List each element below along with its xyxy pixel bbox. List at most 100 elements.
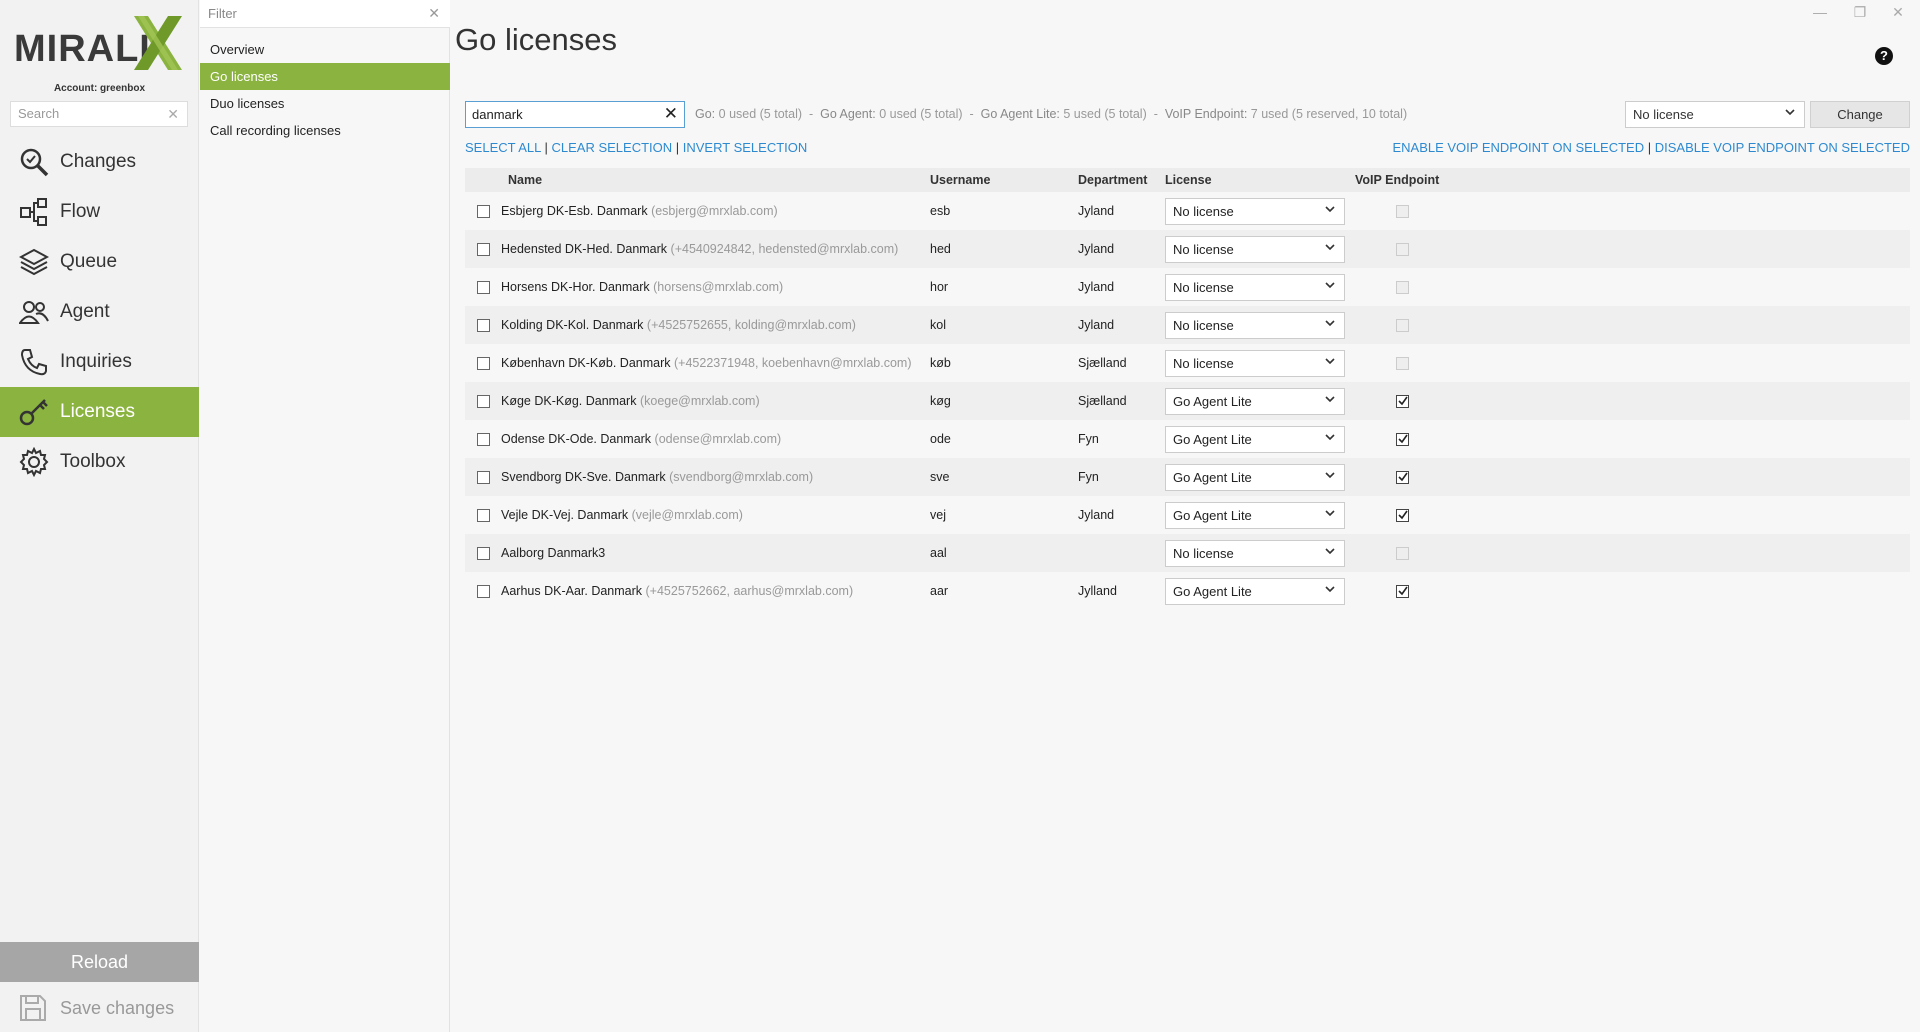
col-voip-header[interactable]: VoIP Endpoint	[1355, 173, 1455, 187]
user-name-cell: Hedensted DK-Hed. Danmark (+4540924842, …	[501, 242, 930, 256]
clear-selection-link[interactable]: CLEAR SELECTION	[552, 140, 673, 155]
voip-endpoint-checkbox[interactable]	[1396, 470, 1409, 484]
nav-search-box[interactable]: ✕	[10, 101, 188, 127]
license-usage-summary: Go: 0 used (5 total) - Go Agent: 0 used …	[695, 107, 1408, 121]
table-row[interactable]: Aalborg Danmark3 aal No license	[465, 534, 1910, 572]
row-select-checkbox[interactable]	[476, 432, 490, 446]
row-select-checkbox[interactable]	[476, 280, 490, 294]
nav-item-toolbox[interactable]: Toolbox	[0, 437, 199, 487]
page-title: Go licenses	[455, 22, 617, 57]
col-license-header[interactable]: License	[1165, 173, 1355, 187]
license-dropdown[interactable]: Go Agent Lite	[1165, 425, 1345, 453]
nav-item-agent[interactable]: Agent	[0, 287, 199, 337]
chevron-down-icon	[1324, 469, 1336, 484]
license-search-input[interactable]	[466, 102, 656, 127]
table-row[interactable]: Svendborg DK-Sve. Danmark (svendborg@mrx…	[465, 458, 1910, 496]
invert-selection-link[interactable]: INVERT SELECTION	[683, 140, 808, 155]
table-row[interactable]: Esbjerg DK-Esb. Danmark (esbjerg@mrxlab.…	[465, 192, 1910, 230]
nav-item-inquiries[interactable]: Inquiries	[0, 337, 199, 387]
restore-icon[interactable]: ❐	[1850, 4, 1870, 21]
license-value: No license	[1173, 241, 1234, 257]
license-search-box[interactable]: ✕	[465, 101, 685, 128]
select-all-link[interactable]: SELECT ALL	[465, 140, 541, 155]
clear-filter-icon[interactable]: ✕	[428, 5, 440, 22]
row-select-checkbox[interactable]	[476, 356, 490, 370]
user-name: Aalborg Danmark3	[501, 546, 606, 560]
license-dropdown[interactable]: No license	[1165, 273, 1345, 301]
nav-item-changes[interactable]: Changes	[0, 137, 199, 187]
chevron-down-icon	[1784, 106, 1796, 121]
col-name-header[interactable]: Name	[501, 173, 930, 187]
user-name: Kolding DK-Kol. Danmark	[501, 318, 644, 332]
voip-endpoint-checkbox[interactable]	[1396, 584, 1409, 598]
row-select-checkbox[interactable]	[476, 394, 490, 408]
nav-item-label: Queue	[60, 251, 118, 272]
clear-search-icon[interactable]: ✕	[167, 106, 179, 123]
miralix-logo: MIRALI	[14, 14, 184, 74]
layers-icon	[18, 246, 50, 278]
usage-voip-value: 7 used (5 reserved, 10 total)	[1250, 107, 1408, 121]
selection-links: SELECT ALL | CLEAR SELECTION | INVERT SE…	[465, 140, 808, 155]
usage-lite-label: Go Agent Lite:	[980, 107, 1060, 121]
nav-item-licenses[interactable]: Licenses	[0, 387, 199, 437]
usage-agent-label: Go Agent:	[820, 107, 876, 121]
help-icon[interactable]: ?	[1875, 47, 1893, 65]
license-dropdown[interactable]: Go Agent Lite	[1165, 501, 1345, 529]
checkmark-icon	[1397, 472, 1408, 482]
filter-input[interactable]	[200, 0, 420, 27]
change-button[interactable]: Change	[1810, 101, 1910, 128]
subnav-item-go-licenses[interactable]: Go licenses	[200, 63, 450, 90]
user-contact: (+4525752655, kolding@mrxlab.com)	[646, 318, 856, 332]
table-row[interactable]: Odense DK-Ode. Danmark (odense@mrxlab.co…	[465, 420, 1910, 458]
license-dropdown[interactable]: Go Agent Lite	[1165, 387, 1345, 415]
username-cell: hor	[930, 280, 949, 294]
row-select-checkbox[interactable]	[476, 470, 490, 484]
voip-endpoint-checkbox[interactable]	[1396, 394, 1409, 408]
minimize-icon[interactable]: —	[1810, 4, 1830, 20]
license-dropdown[interactable]: No license	[1165, 235, 1345, 263]
reload-button[interactable]: Reload	[0, 942, 199, 982]
license-dropdown[interactable]: No license	[1165, 197, 1345, 225]
license-dropdown[interactable]: Go Agent Lite	[1165, 463, 1345, 491]
license-dropdown[interactable]: No license	[1165, 311, 1345, 339]
col-username-header[interactable]: Username	[930, 173, 1078, 187]
table-row[interactable]: Horsens DK-Hor. Danmark (horsens@mrxlab.…	[465, 268, 1910, 306]
col-department-header[interactable]: Department	[1078, 173, 1165, 187]
disable-voip-link[interactable]: DISABLE VOIP ENDPOINT ON SELECTED	[1655, 140, 1910, 155]
license-dropdown[interactable]: Go Agent Lite	[1165, 577, 1345, 605]
voip-endpoint-checkbox[interactable]	[1396, 508, 1409, 522]
nav-item-flow[interactable]: Flow	[0, 187, 199, 237]
nav-item-queue[interactable]: Queue	[0, 237, 199, 287]
row-select-checkbox[interactable]	[476, 546, 490, 560]
table-row[interactable]: Aarhus DK-Aar. Danmark (+4525752662, aar…	[465, 572, 1910, 610]
subnav-item-duo-licenses[interactable]: Duo licenses	[200, 90, 450, 117]
username-cell: vej	[930, 508, 946, 522]
subnav-item-overview[interactable]: Overview	[200, 36, 450, 63]
save-changes-button[interactable]: Save changes	[0, 984, 199, 1032]
row-select-checkbox[interactable]	[476, 584, 490, 598]
user-name-cell: Esbjerg DK-Esb. Danmark (esbjerg@mrxlab.…	[501, 204, 930, 218]
table-row[interactable]: København DK-Køb. Danmark (+4522371948, …	[465, 344, 1910, 382]
row-select-checkbox[interactable]	[476, 318, 490, 332]
license-dropdown[interactable]: No license	[1165, 349, 1345, 377]
license-dropdown[interactable]: No license	[1165, 539, 1345, 567]
voip-endpoint-checkbox[interactable]	[1396, 432, 1409, 446]
nav-search-input[interactable]	[11, 102, 161, 125]
license-value: No license	[1173, 355, 1234, 371]
row-select-checkbox[interactable]	[476, 508, 490, 522]
voip-endpoint-checkbox	[1396, 242, 1409, 256]
row-select-checkbox[interactable]	[476, 204, 490, 218]
table-row[interactable]: Kolding DK-Kol. Danmark (+4525752655, ko…	[465, 306, 1910, 344]
enable-voip-link[interactable]: ENABLE VOIP ENDPOINT ON SELECTED	[1392, 140, 1644, 155]
clear-license-search-icon[interactable]: ✕	[664, 104, 678, 124]
subnav-item-call-recording-licenses[interactable]: Call recording licenses	[200, 117, 450, 144]
close-window-icon[interactable]: ✕	[1888, 4, 1908, 21]
table-row[interactable]: Køge DK-Køg. Danmark (koege@mrxlab.com) k…	[465, 382, 1910, 420]
usage-go-label: Go:	[695, 107, 716, 121]
table-row[interactable]: Hedensted DK-Hed. Danmark (+4540924842, …	[465, 230, 1910, 268]
row-select-checkbox[interactable]	[476, 242, 490, 256]
username-cell: hed	[930, 242, 951, 256]
table-row[interactable]: Vejle DK-Vej. Danmark (vejle@mrxlab.com)…	[465, 496, 1910, 534]
bulk-license-select[interactable]: No license	[1625, 101, 1805, 128]
filter-box[interactable]: ✕	[200, 0, 450, 28]
